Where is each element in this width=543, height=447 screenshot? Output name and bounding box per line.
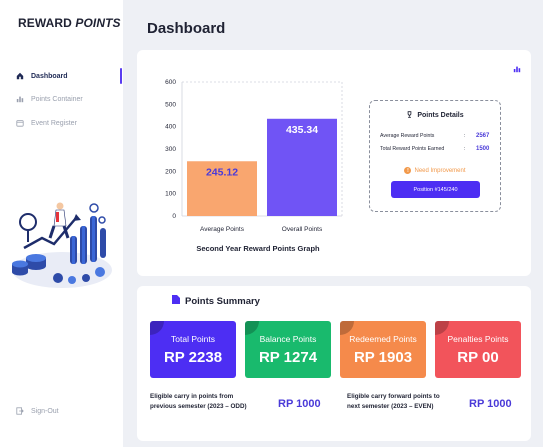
bar-chart-icon — [14, 95, 26, 103]
detail-value: 1500 — [476, 146, 490, 152]
carry-forward-text: Eligible carry forward points to next se… — [347, 392, 440, 412]
tile-decoration — [245, 321, 259, 335]
chart-options-icon[interactable] — [513, 60, 521, 78]
carry-in-value: RP 1000 — [278, 398, 321, 410]
bar-value-label: 435.34 — [286, 124, 318, 136]
points-details-heading: Points Details — [417, 112, 464, 119]
y-tick-label: 400 — [165, 124, 176, 131]
tile-decoration — [340, 321, 354, 335]
y-tick-label: 100 — [165, 191, 176, 198]
y-tick-label: 200 — [165, 168, 176, 175]
chart-title: Second Year Reward Points Graph — [196, 244, 320, 253]
detail-colon: : — [464, 146, 466, 152]
tile-value: RP 1903 — [353, 349, 413, 366]
points-details-panel: Points Details Average Reward Points : 2… — [369, 100, 501, 212]
tile-label: Total Points — [171, 334, 215, 344]
y-tick-label: 300 — [165, 146, 176, 153]
tile-balance-points[interactable]: Balance Points RP 1274 — [245, 321, 331, 378]
bar-value-label: 245.12 — [206, 166, 238, 178]
analytics-illustration — [12, 202, 112, 288]
points-summary-title: Points Summary — [172, 295, 260, 307]
detail-row-average: Average Reward Points : 2567 — [380, 133, 494, 139]
sign-out-label: Sign-Out — [31, 407, 59, 415]
sidebar-item-dashboard[interactable]: Dashboard — [14, 69, 68, 83]
tile-penalties-points[interactable]: Penalties Points RP 00 — [435, 321, 521, 378]
home-icon — [14, 72, 26, 80]
tile-decoration — [435, 321, 449, 335]
points-bar-chart: 0 100 200 300 400 500 600 245.12 Average Points 4… — [165, 79, 343, 253]
sidebar: REWARD POINTS Dashboard Points Container… — [0, 0, 123, 447]
sidebar-item-label: Event Register — [31, 119, 77, 127]
trophy-icon — [406, 111, 413, 120]
detail-row-total: Total Reward Points Earned : 1500 — [380, 146, 494, 152]
tile-decoration — [150, 321, 164, 335]
sign-out-icon — [14, 407, 26, 415]
detail-label: Total Reward Points Earned — [380, 146, 445, 152]
sign-out-link[interactable]: Sign-Out — [14, 404, 59, 418]
calendar-icon — [14, 119, 26, 127]
carry-in-text: Eligible carry in points from previous s… — [150, 392, 247, 412]
carry-forward-line-1: Eligible carry forward points to — [347, 393, 440, 400]
y-tick-label: 500 — [165, 101, 176, 108]
points-summary-card: Points Summary Total Points RP 2238 Bala… — [137, 286, 531, 441]
carry-in-line-1: Eligible carry in points from — [150, 393, 234, 400]
y-tick-label: 0 — [172, 213, 176, 220]
tile-value: RP 1274 — [258, 349, 318, 366]
status-text: Need Improvement — [414, 167, 466, 174]
detail-value: 2567 — [476, 133, 490, 139]
points-summary-heading: Points Summary — [185, 295, 260, 307]
points-details-title: Points Details — [370, 111, 500, 120]
sidebar-item-points-container[interactable]: Points Container — [14, 92, 83, 106]
document-icon — [172, 295, 180, 307]
y-tick-label: 600 — [165, 79, 176, 86]
carry-in-line-2: previous semester (2023 – ODD) — [150, 403, 247, 410]
position-button[interactable]: Position #145/240 — [391, 181, 480, 198]
carry-forward-line-2: next semester (2023 – EVEN) — [347, 403, 434, 410]
detail-colon: : — [464, 133, 466, 139]
info-icon: ! — [404, 167, 412, 174]
tile-value: RP 00 — [457, 349, 499, 366]
tile-label: Penalties Points — [447, 334, 509, 344]
status-badge: ! Need Improvement — [370, 167, 500, 174]
brand-text-2: POINTS — [75, 16, 121, 30]
x-tick-label: Average Points — [200, 226, 245, 233]
tile-value: RP 2238 — [163, 349, 223, 366]
graph-card: 0 100 200 300 400 500 600 245.12 Average Points 4… — [137, 50, 531, 276]
x-tick-label: Overall Points — [282, 226, 323, 233]
detail-label: Average Reward Points — [380, 133, 435, 139]
carry-forward-value: RP 1000 — [469, 398, 512, 410]
sidebar-item-event-register[interactable]: Event Register — [14, 116, 77, 130]
tile-total-points[interactable]: Total Points RP 2238 — [150, 321, 236, 378]
tile-redeemed-points[interactable]: Redeemed Points RP 1903 — [340, 321, 426, 378]
sidebar-item-label: Points Container — [31, 95, 83, 103]
brand-text-1: REWARD — [18, 16, 72, 30]
tile-label: Redeemed Points — [349, 334, 417, 344]
active-nav-indicator — [120, 68, 122, 84]
brand-logo: REWARD POINTS — [18, 16, 121, 30]
tile-label: Balance Points — [259, 334, 317, 344]
sidebar-item-label: Dashboard — [31, 72, 68, 80]
page-title: Dashboard — [147, 20, 226, 37]
